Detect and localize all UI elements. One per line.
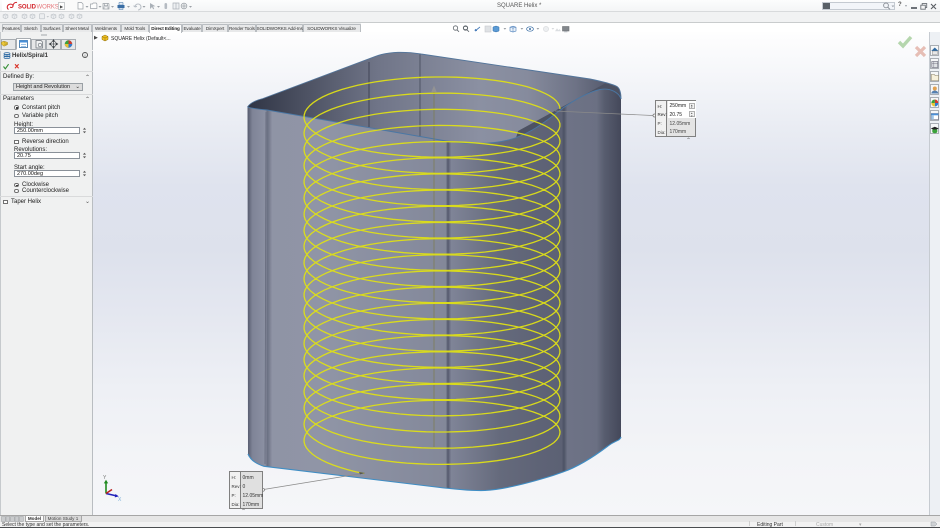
svg-text:WORKS: WORKS	[37, 5, 59, 11]
svg-text:Y: Y	[103, 475, 107, 481]
svg-text:X: X	[118, 497, 122, 503]
svg-text:SOLID: SOLID	[18, 5, 37, 11]
